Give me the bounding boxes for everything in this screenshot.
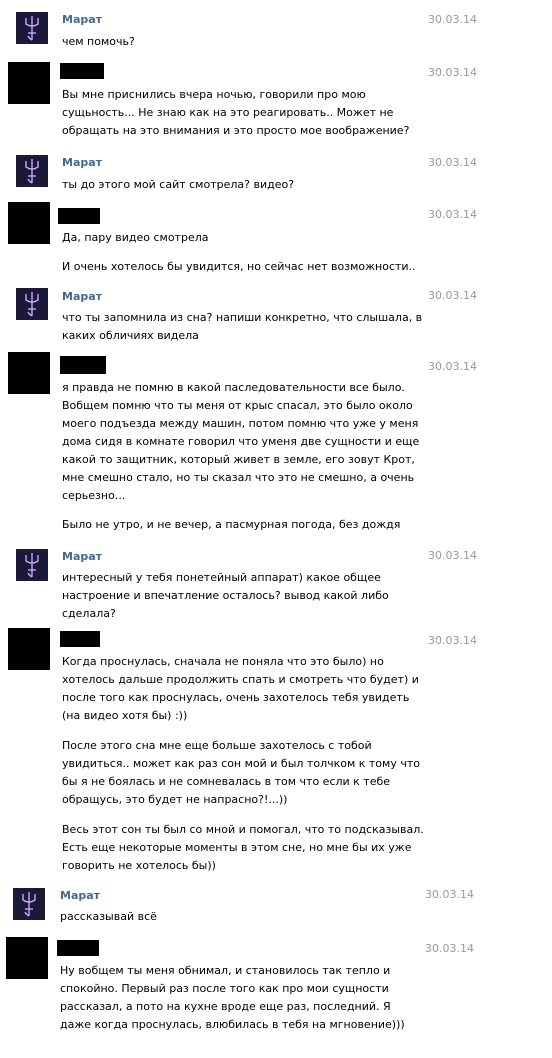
message-text: Было не утро, и не вечер, а пасмурная по… [62, 518, 401, 531]
author-name[interactable]: Марат [62, 13, 102, 27]
author-name[interactable]: Марат [62, 550, 102, 564]
message-text: Когда проснулась, сначала не поняла что … [62, 655, 419, 722]
trident-emblem-icon [16, 549, 48, 581]
message-date[interactable]: 30.03.14 [428, 360, 477, 374]
message-text: чем помочь? [62, 35, 135, 48]
message-date[interactable]: 30.03.14 [428, 289, 477, 303]
trident-emblem-icon [16, 288, 48, 320]
redacted-name [57, 940, 99, 956]
message-text: интересный у тебя понетейный аппарат) ка… [62, 571, 389, 620]
message-date[interactable]: 30.03.14 [428, 13, 477, 27]
message-date[interactable]: 30.03.14 [428, 634, 477, 648]
avatar[interactable] [16, 12, 48, 44]
author-name[interactable]: Марат [62, 290, 102, 304]
trident-emblem-icon [16, 12, 48, 44]
avatar[interactable] [8, 628, 50, 670]
avatar[interactable] [16, 288, 48, 320]
message-date[interactable]: 30.03.14 [428, 208, 477, 222]
message-text: рассказывай всё [60, 910, 157, 923]
redacted-name [58, 208, 100, 224]
avatar[interactable] [8, 352, 50, 394]
redacted-name [60, 63, 104, 79]
trident-emblem-icon [16, 155, 48, 187]
avatar[interactable] [8, 62, 50, 104]
avatar[interactable] [16, 549, 48, 581]
avatar[interactable] [16, 155, 48, 187]
author-name[interactable]: Марат [60, 889, 100, 903]
message-text: После этого сна мне еще больше захотелос… [62, 739, 420, 806]
message-text: Весь этот сон ты был со мной и помогал, … [62, 823, 424, 872]
avatar[interactable] [13, 888, 45, 920]
redacted-name [60, 631, 100, 647]
message-date[interactable]: 30.03.14 [428, 549, 477, 563]
message-date[interactable]: 30.03.14 [428, 156, 477, 170]
message-text: ты до этого мой сайт смотрела? видео? [62, 178, 295, 191]
message-date[interactable]: 30.03.14 [428, 66, 477, 80]
redacted-name [60, 356, 106, 374]
message-text: Да, пару видео смотрела [62, 231, 209, 244]
author-name[interactable]: Марат [62, 156, 102, 170]
message-text: что ты запомнила из сна? напиши конкретн… [62, 311, 423, 342]
trident-emblem-icon [13, 888, 45, 920]
message-text: я правда не помню в какой паследовательн… [62, 381, 420, 502]
message-text: Вы мне приснились вчера ночью, говорили … [62, 88, 410, 137]
message-text: Ну вобщем ты меня обнимал, и становилось… [60, 964, 405, 1031]
message-text: И очень хотелось бы увидится, но сейчас … [62, 260, 416, 273]
avatar[interactable] [8, 202, 50, 244]
message-date[interactable]: 30.03.14 [425, 942, 474, 956]
avatar[interactable] [6, 937, 48, 979]
message-date[interactable]: 30.03.14 [425, 888, 474, 902]
